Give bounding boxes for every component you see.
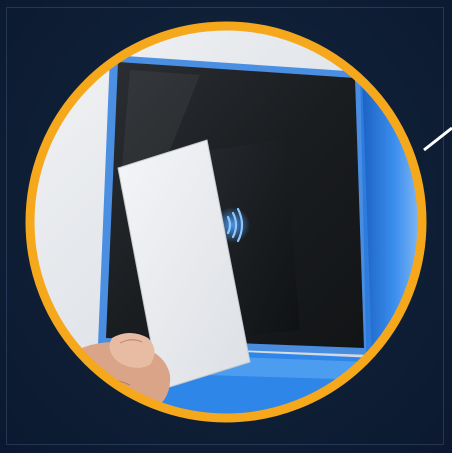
photo-stage: [0, 0, 452, 453]
callout-line: [423, 126, 452, 152]
circular-photo: [25, 21, 452, 423]
